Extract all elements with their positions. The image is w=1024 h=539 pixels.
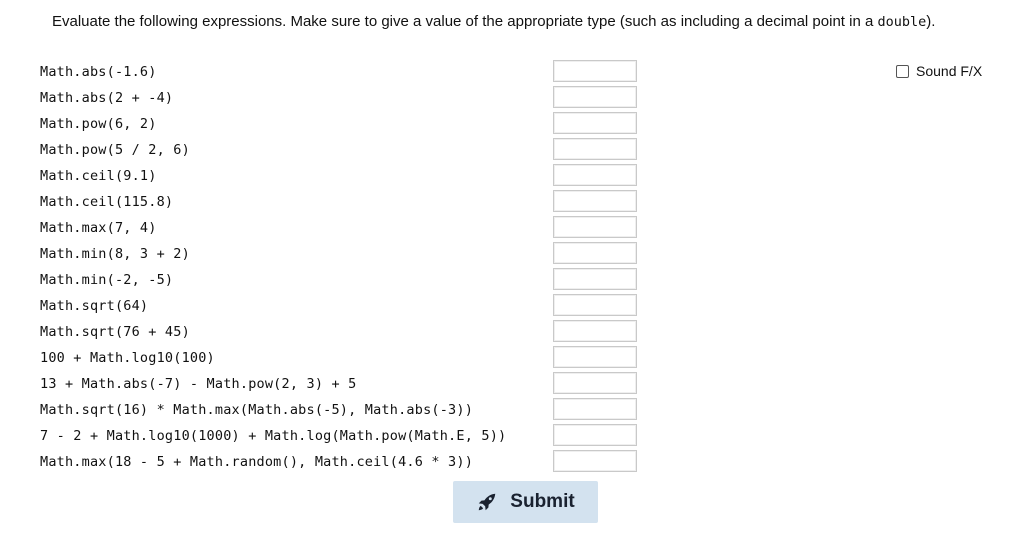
answer-input[interactable] bbox=[553, 190, 637, 212]
expression-row: Math.pow(6, 2) bbox=[40, 112, 640, 138]
expression-text: Math.ceil(115.8) bbox=[40, 194, 174, 210]
answer-input[interactable] bbox=[553, 372, 637, 394]
submit-label: Submit bbox=[510, 491, 575, 512]
expression-row: Math.max(7, 4) bbox=[40, 216, 640, 242]
answer-input[interactable] bbox=[553, 216, 637, 238]
expression-row: Math.abs(2 + -4) bbox=[40, 86, 640, 112]
answer-input[interactable] bbox=[553, 60, 637, 82]
expression-row: Math.min(8, 3 + 2) bbox=[40, 242, 640, 268]
expression-row: Math.ceil(115.8) bbox=[40, 190, 640, 216]
expression-row: Math.ceil(9.1) bbox=[40, 164, 640, 190]
expression-row: Math.sqrt(64) bbox=[40, 294, 640, 320]
expression-text: Math.sqrt(64) bbox=[40, 298, 149, 314]
expression-text: Math.min(-2, -5) bbox=[40, 272, 174, 288]
answer-input[interactable] bbox=[553, 268, 637, 290]
sound-fx-toggle[interactable]: Sound F/X bbox=[896, 63, 982, 79]
instructions: Evaluate the following expressions. Make… bbox=[52, 13, 935, 31]
expression-row: Math.pow(5 / 2, 6) bbox=[40, 138, 640, 164]
sound-fx-checkbox[interactable] bbox=[896, 64, 909, 78]
expression-text: Math.abs(2 + -4) bbox=[40, 90, 174, 106]
expression-text: Math.ceil(9.1) bbox=[40, 168, 157, 184]
expression-row: 7 - 2 + Math.log10(1000) + Math.log(Math… bbox=[40, 424, 640, 450]
instructions-text: Evaluate the following expressions. Make… bbox=[52, 13, 878, 30]
expression-row: Math.sqrt(16) * Math.max(Math.abs(-5), M… bbox=[40, 398, 640, 424]
expression-row: Math.min(-2, -5) bbox=[40, 268, 640, 294]
answer-input[interactable] bbox=[553, 398, 637, 420]
clipped-previous-content bbox=[0, 0, 1024, 4]
expression-row: Math.max(18 - 5 + Math.random(), Math.ce… bbox=[40, 450, 640, 476]
answer-input[interactable] bbox=[553, 242, 637, 264]
answer-input[interactable] bbox=[553, 86, 637, 108]
sound-fx-label: Sound F/X bbox=[916, 63, 983, 79]
expression-text: Math.max(7, 4) bbox=[40, 220, 157, 236]
instructions-text-end: ). bbox=[926, 13, 936, 30]
expression-text: Math.max(18 - 5 + Math.random(), Math.ce… bbox=[40, 454, 474, 470]
answer-input[interactable] bbox=[553, 320, 637, 342]
expression-text: Math.abs(-1.6) bbox=[40, 64, 157, 80]
expression-text: Math.pow(5 / 2, 6) bbox=[40, 142, 190, 158]
rocket-icon bbox=[479, 493, 496, 511]
answer-input[interactable] bbox=[553, 138, 637, 160]
answer-input[interactable] bbox=[553, 294, 637, 316]
expression-text: 7 - 2 + Math.log10(1000) + Math.log(Math… bbox=[40, 428, 507, 444]
expression-row: Math.sqrt(76 + 45) bbox=[40, 320, 640, 346]
expression-text: Math.pow(6, 2) bbox=[40, 116, 157, 132]
answer-input[interactable] bbox=[553, 450, 637, 472]
answer-input[interactable] bbox=[553, 112, 637, 134]
expression-row: 100 + Math.log10(100) bbox=[40, 346, 640, 372]
expression-text: Math.sqrt(16) * Math.max(Math.abs(-5), M… bbox=[40, 402, 474, 418]
submit-button[interactable]: Submit bbox=[453, 481, 598, 523]
expression-text: Math.sqrt(76 + 45) bbox=[40, 324, 190, 340]
instructions-code: double bbox=[877, 14, 927, 30]
expression-text: 13 + Math.abs(-7) - Math.pow(2, 3) + 5 bbox=[40, 376, 357, 392]
expression-text: 100 + Math.log10(100) bbox=[40, 350, 215, 366]
expression-row: 13 + Math.abs(-7) - Math.pow(2, 3) + 5 bbox=[40, 372, 640, 398]
expression-row: Math.abs(-1.6) bbox=[40, 60, 640, 86]
answer-input[interactable] bbox=[553, 346, 637, 368]
answer-input[interactable] bbox=[553, 424, 637, 446]
answer-input[interactable] bbox=[553, 164, 637, 186]
expression-text: Math.min(8, 3 + 2) bbox=[40, 246, 190, 262]
